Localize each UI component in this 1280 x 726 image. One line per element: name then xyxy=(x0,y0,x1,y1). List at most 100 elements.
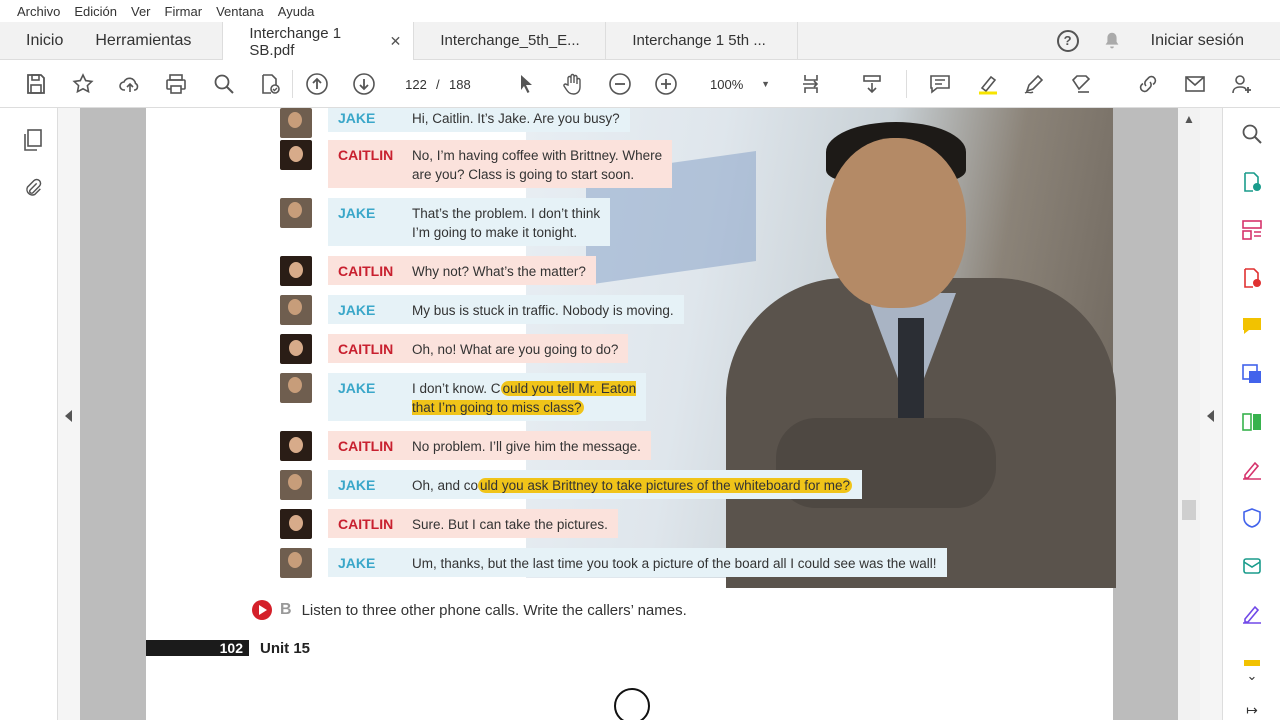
arrow-up-icon[interactable] xyxy=(305,72,329,96)
pdf-check-icon[interactable] xyxy=(258,72,282,96)
right-collapse-strip[interactable] xyxy=(1200,108,1222,720)
print-icon[interactable] xyxy=(164,72,188,96)
chevron-down-icon[interactable]: ⌄ xyxy=(1240,668,1264,692)
tab-document-label: Interchange 1 SB.pdf xyxy=(249,24,342,59)
tab-home[interactable]: Inicio xyxy=(0,22,79,59)
edit-pdf-icon[interactable] xyxy=(1240,362,1264,386)
jake-avatar xyxy=(280,470,312,500)
protect-shield-icon[interactable] xyxy=(1240,506,1264,530)
audio-play-icon[interactable] xyxy=(252,600,272,620)
dialogue-text[interactable]: My bus is stuck in traffic. Nobody is mo… xyxy=(412,301,674,320)
menu-edicion[interactable]: Edición xyxy=(74,4,117,19)
left-panel xyxy=(0,108,58,720)
star-icon[interactable] xyxy=(71,72,95,96)
comment-icon[interactable] xyxy=(928,72,952,96)
speaker-name: JAKE xyxy=(338,110,376,126)
menu-ayuda[interactable]: Ayuda xyxy=(278,4,315,19)
dialogue-text[interactable]: Um, thanks, but the last time you took a… xyxy=(412,554,937,573)
speech-bubble: JAKE I don’t know. Could you tell Mr. Eat… xyxy=(328,373,647,421)
organize-pages-icon[interactable] xyxy=(1240,218,1264,242)
menu-ventana[interactable]: Ventana xyxy=(216,4,264,19)
dialogue-line: JAKE Oh, and co uld you ask Brittney to ta… xyxy=(280,470,862,500)
dialogue-text[interactable]: That’s the problem. I don’t think I’m go… xyxy=(412,204,600,242)
arrow-down-icon[interactable] xyxy=(352,72,376,96)
highlighter-icon[interactable] xyxy=(976,72,1000,96)
signin-button[interactable]: Iniciar sesión xyxy=(1151,32,1244,50)
page-layout-icon[interactable] xyxy=(800,72,824,96)
dialogue-line: JAKE Hi, Caitlin. It’s Jake. Are you busy… xyxy=(280,108,630,138)
scroll-up-icon[interactable]: ▲ xyxy=(1183,112,1195,126)
tab-document-3[interactable]: Interchange 1 5th ... xyxy=(606,22,799,59)
tab-document-label: Interchange_5th_E... xyxy=(440,32,580,49)
dialogue-text[interactable]: Oh, no! What are you going to do? xyxy=(412,340,618,359)
pointer-icon[interactable] xyxy=(514,72,538,96)
collapse-right-icon[interactable] xyxy=(1207,410,1214,422)
speech-bubble: CAITLIN Sure. But I can take the pictures… xyxy=(328,509,618,538)
speech-bubble: JAKE Oh, and co uld you ask Brittney to ta… xyxy=(328,470,862,499)
document-viewer[interactable]: JAKE Hi, Caitlin. It’s Jake. Are you busy… xyxy=(80,108,1222,720)
send-track-icon[interactable] xyxy=(1240,554,1264,578)
unit-label: Unit 15 xyxy=(260,639,311,657)
scrollbar-thumb[interactable] xyxy=(1182,500,1196,520)
scroll-mode-icon[interactable] xyxy=(860,72,884,96)
attachment-icon[interactable] xyxy=(22,176,44,200)
draw-pen-icon[interactable] xyxy=(1022,72,1046,96)
dialogue-text[interactable]: Why not? What’s the matter? xyxy=(412,262,586,281)
cloud-upload-icon[interactable] xyxy=(118,72,142,96)
page-number-input[interactable]: 122 xyxy=(396,71,436,97)
save-icon[interactable] xyxy=(24,72,48,96)
zoom-in-icon[interactable] xyxy=(654,72,678,96)
speaker-name: JAKE xyxy=(338,477,376,493)
collapse-left-icon[interactable] xyxy=(65,410,72,422)
speaker-name: CAITLIN xyxy=(338,438,394,454)
bell-icon[interactable] xyxy=(1101,30,1123,52)
dialogue-text-part: No, I’m having coffee with Brittney. Whe… xyxy=(412,148,663,182)
vertical-scrollbar[interactable]: ▲ xyxy=(1178,108,1200,720)
close-icon[interactable]: ✕ xyxy=(390,33,402,50)
mail-icon[interactable] xyxy=(1183,72,1207,96)
highlighted-text[interactable]: uld you ask Brittney to take pictures of… xyxy=(478,478,852,493)
speaker-name: CAITLIN xyxy=(338,263,394,279)
hand-icon[interactable] xyxy=(561,72,585,96)
dialogue-text-part: Why not? What’s the matter? xyxy=(412,264,586,279)
dialogue-text[interactable]: No, I’m having coffee with Brittney. Whe… xyxy=(412,146,662,184)
stamp-icon[interactable] xyxy=(1069,72,1093,96)
speech-bubble: JAKE My bus is stuck in traffic. Nobody i… xyxy=(328,295,684,324)
menu-ver[interactable]: Ver xyxy=(131,4,151,19)
dialogue-line: JAKE Um, thanks, but the last time you to… xyxy=(280,548,947,578)
compress-icon[interactable] xyxy=(1240,410,1264,434)
dialogue-text[interactable]: No problem. I’ll give him the message. xyxy=(412,437,641,456)
speaker-name: JAKE xyxy=(338,205,376,221)
caitlin-avatar xyxy=(280,509,312,539)
tab-document-2[interactable]: Interchange_5th_E... xyxy=(414,22,607,59)
search-icon[interactable] xyxy=(1240,122,1264,146)
dialogue-text[interactable]: I don’t know. Could you tell Mr. Eaton t… xyxy=(412,379,637,417)
zoom-search-icon[interactable] xyxy=(212,72,236,96)
fill-sign-icon[interactable] xyxy=(1240,458,1264,482)
tab-document-label: Interchange 1 5th ... xyxy=(632,32,766,49)
dialogue-text[interactable]: Hi, Caitlin. It’s Jake. Are you busy? xyxy=(412,109,620,128)
caitlin-avatar xyxy=(280,140,312,170)
export-pdf-icon[interactable] xyxy=(1240,170,1264,194)
expand-panel-icon[interactable]: ↦ xyxy=(1240,702,1264,726)
comment-tool-icon[interactable] xyxy=(1240,314,1264,338)
pages-icon[interactable] xyxy=(22,128,44,152)
request-signature-icon[interactable] xyxy=(1240,602,1264,626)
left-collapse-strip[interactable] xyxy=(58,108,80,720)
more-tools-icon[interactable] xyxy=(1240,656,1264,666)
create-pdf-icon[interactable] xyxy=(1240,266,1264,290)
zoom-out-icon[interactable] xyxy=(608,72,632,96)
link-sign-icon[interactable] xyxy=(1136,72,1160,96)
menu-firmar[interactable]: Firmar xyxy=(165,4,203,19)
menu-archivo[interactable]: Archivo xyxy=(17,4,60,19)
zoom-value: 100% xyxy=(710,76,744,92)
page-total: 188 xyxy=(449,76,471,92)
help-icon[interactable]: ? xyxy=(1056,29,1079,52)
tab-tools[interactable]: Herramientas xyxy=(79,22,222,59)
menu-bar: Archivo Edición Ver Firmar Ventana Ayuda xyxy=(0,0,1280,22)
add-user-icon[interactable] xyxy=(1230,72,1254,96)
zoom-select[interactable]: 100% ▼ xyxy=(700,71,780,97)
tab-document-1[interactable]: Interchange 1 SB.pdf ✕ xyxy=(222,22,415,61)
dialogue-text[interactable]: Sure. But I can take the pictures. xyxy=(412,515,608,534)
dialogue-text[interactable]: Oh, and co uld you ask Brittney to take p… xyxy=(412,476,852,495)
